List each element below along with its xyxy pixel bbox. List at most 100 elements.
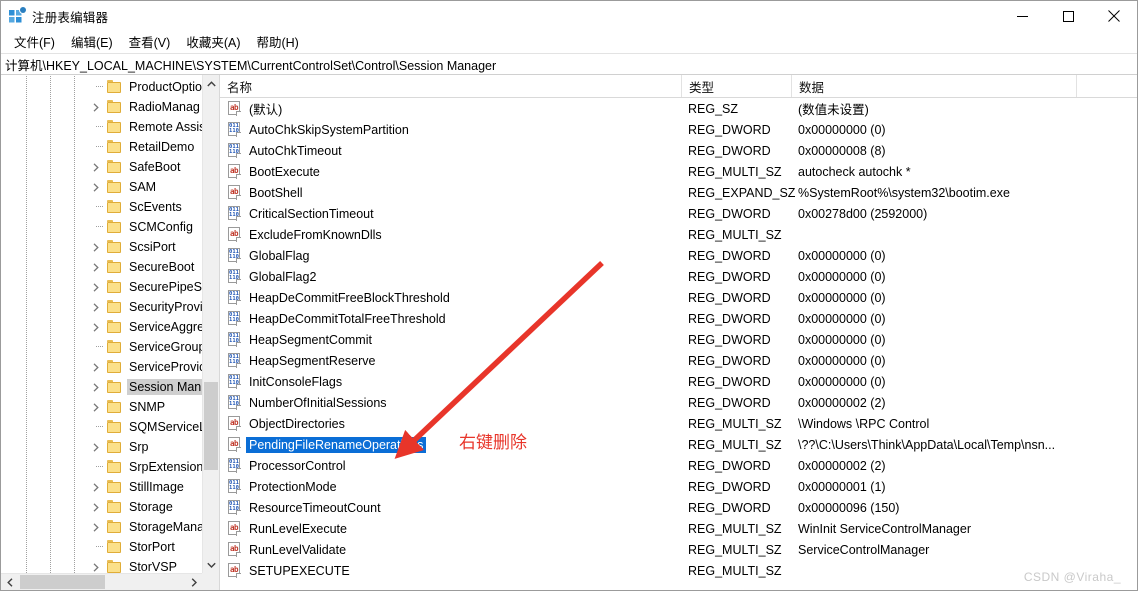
tree-item-servicegroup[interactable]: ServiceGroup (1, 336, 202, 358)
registry-value-row[interactable]: ab RunLevelValidate REG_MULTI_SZ ServiceCon… (220, 539, 1120, 560)
registry-value-row[interactable]: 011 110 GlobalFlag REG_DWORD 0x00000000 (0) (220, 245, 1120, 266)
minimize-button[interactable] (999, 1, 1045, 31)
column-header-type[interactable]: 类型 (682, 75, 792, 97)
registry-value-row[interactable]: ab BootShell REG_EXPAND_SZ %SystemRoot%\sys… (220, 182, 1120, 203)
registry-value-row[interactable]: 011 110 ResourceTimeoutCount REG_DWORD 0x00… (220, 497, 1120, 518)
registry-value-row[interactable]: 011 110 GlobalFlag2 REG_DWORD 0x00000000 (0… (220, 266, 1120, 287)
tree-item-serviceprovic[interactable]: ServiceProvic (1, 356, 202, 378)
tree-item-storport[interactable]: StorPort (1, 536, 202, 558)
tree-scroll-thumb[interactable] (204, 382, 218, 470)
address-bar[interactable]: 计算机\HKEY_LOCAL_MACHINE\SYSTEM\CurrentCon… (1, 53, 1137, 75)
folder-icon (107, 160, 122, 173)
chevron-right-icon[interactable] (88, 317, 104, 337)
menu-edit[interactable]: 编辑(E) (63, 30, 121, 54)
chevron-right-icon[interactable] (88, 397, 104, 417)
value-type: REG_MULTI_SZ (688, 437, 782, 452)
tree-item-serviceaggre[interactable]: ServiceAggre (1, 316, 202, 338)
scroll-down-icon[interactable] (203, 556, 219, 573)
scroll-up-icon[interactable] (203, 75, 219, 92)
tree-item-stillimage[interactable]: StillImage (1, 476, 202, 498)
tree-item-storvsp[interactable]: StorVSP (1, 556, 202, 573)
menu-view[interactable]: 查看(V) (121, 30, 179, 54)
tree-item-session-man[interactable]: Session Man (1, 376, 202, 398)
tree-item-srpextension[interactable]: SrpExtension (1, 456, 202, 478)
tree-item-productoptio[interactable]: ProductOptio (1, 76, 202, 98)
chevron-right-icon[interactable] (88, 257, 104, 277)
registry-value-row[interactable]: ab ExcludeFromKnownDlls REG_MULTI_SZ (220, 224, 1120, 245)
chevron-right-icon[interactable] (88, 477, 104, 497)
tree-item-retaildemo[interactable]: RetailDemo (1, 136, 202, 158)
column-header-data[interactable]: 数据 (792, 75, 1077, 97)
registry-value-row[interactable]: 011 110 InitConsoleFlags REG_DWORD 0x000000… (220, 371, 1120, 392)
chevron-right-icon[interactable] (88, 157, 104, 177)
chevron-right-icon[interactable] (88, 277, 104, 297)
scroll-right-icon[interactable] (185, 574, 202, 590)
registry-value-row[interactable]: 011 110 NumberOfInitialSessions REG_DWORD 0… (220, 392, 1120, 413)
value-name: ObjectDirectories (249, 416, 345, 431)
registry-value-row[interactable]: ab RunLevelExecute REG_MULTI_SZ WinInit Ser… (220, 518, 1120, 539)
chevron-right-icon[interactable] (88, 437, 104, 457)
registry-value-row[interactable]: 011 110 HeapDeCommitTotalFreeThreshold REG… (220, 308, 1120, 329)
registry-value-row[interactable]: ab (默认) REG_SZ (数值未设置) (220, 98, 1120, 119)
chevron-right-icon[interactable] (88, 237, 104, 257)
tree-item-label: SrpExtension (129, 460, 202, 474)
tree-item-scevents[interactable]: ScEvents (1, 196, 202, 218)
chevron-right-icon[interactable] (88, 377, 104, 397)
tree-hscroll-thumb[interactable] (20, 575, 105, 589)
registry-value-row[interactable]: ab PendingFileRenameOperations REG_MULTI_S… (220, 434, 1120, 455)
registry-value-row[interactable]: 011 110 CriticalSectionTimeout REG_DWORD 0x… (220, 203, 1120, 224)
tree-guide-lines (1, 116, 94, 138)
tree-item-scmconfig[interactable]: SCMConfig (1, 216, 202, 238)
registry-value-row[interactable]: 011 110 HeapSegmentCommit REG_DWORD 0x00000… (220, 329, 1120, 350)
menu-file[interactable]: 文件(F) (6, 30, 63, 54)
chevron-right-icon[interactable] (88, 557, 104, 573)
maximize-button[interactable] (1045, 1, 1091, 31)
chevron-right-icon[interactable] (88, 497, 104, 517)
close-button[interactable] (1091, 1, 1137, 31)
registry-value-row[interactable]: 011 110 HeapDeCommitFreeBlockThreshold REG… (220, 287, 1120, 308)
chevron-right-icon[interactable] (88, 177, 104, 197)
value-type: REG_MULTI_SZ (688, 542, 782, 557)
tree-vertical-scrollbar[interactable] (202, 75, 219, 573)
chevron-right-icon[interactable] (88, 297, 104, 317)
tree-item-radiomanag[interactable]: RadioManag (1, 96, 202, 118)
folder-icon (107, 260, 122, 273)
tree-item-label: StorageMana (129, 520, 202, 534)
value-data: \??\C:\Users\Think\AppData\Local\Temp\ns… (798, 437, 1056, 452)
tree-horizontal-scrollbar[interactable] (1, 573, 202, 590)
registry-value-row[interactable]: 011 110 AutoChkSkipSystemPartition REG_DWO… (220, 119, 1120, 140)
tree-item-storage[interactable]: Storage (1, 496, 202, 518)
tree-item-securityprovi[interactable]: SecurityProvi (1, 296, 202, 318)
tree-item-safeboot[interactable]: SafeBoot (1, 156, 202, 178)
registry-value-row[interactable]: ab BootExecute REG_MULTI_SZ autocheck autoc… (220, 161, 1120, 182)
tree-leaf-connector (96, 546, 104, 547)
registry-value-row[interactable]: 011 110 ProtectionMode REG_DWORD 0x00000001… (220, 476, 1120, 497)
chevron-right-icon[interactable] (88, 97, 104, 117)
tree-item-snmp[interactable]: SNMP (1, 396, 202, 418)
tree-item-sam[interactable]: SAM (1, 176, 202, 198)
tree-item-sqmservicel[interactable]: SQMServiceL (1, 416, 202, 438)
tree-item-secureboot[interactable]: SecureBoot (1, 256, 202, 278)
tree-item-srp[interactable]: Srp (1, 436, 202, 458)
tree-item-remote-assis[interactable]: Remote Assis (1, 116, 202, 138)
chevron-right-icon[interactable] (88, 357, 104, 377)
menu-favorites[interactable]: 收藏夹(A) (178, 30, 248, 54)
tree-item-securepipese[interactable]: SecurePipeSe (1, 276, 202, 298)
menu-help[interactable]: 帮助(H) (248, 30, 306, 54)
folder-icon (107, 540, 122, 553)
scroll-left-icon[interactable] (1, 574, 18, 590)
column-header-name[interactable]: 名称 (220, 75, 682, 97)
registry-value-row[interactable]: 011 110 AutoChkTimeout REG_DWORD 0x00000008… (220, 140, 1120, 161)
value-name: AutoChkTimeout (249, 143, 342, 158)
registry-value-row[interactable]: ab SETUPEXECUTE REG_MULTI_SZ (220, 560, 1120, 581)
chevron-right-icon[interactable] (88, 517, 104, 537)
registry-values-pane: 名称 类型 数据 ab (默认) REG_SZ (数值未设置) 011 110 AutoC… (220, 75, 1137, 590)
registry-value-row[interactable]: 011 110 ProcessorControl REG_DWORD 0x000000… (220, 455, 1120, 476)
registry-value-row[interactable]: 011 110 HeapSegmentReserve REG_DWORD 0x0000… (220, 350, 1120, 371)
tree-item-storagemana[interactable]: StorageMana (1, 516, 202, 538)
tree-guide-lines (1, 136, 94, 158)
tree-item-scsiport[interactable]: ScsiPort (1, 236, 202, 258)
registry-value-row[interactable]: ab ObjectDirectories REG_MULTI_SZ \Windows … (220, 413, 1120, 434)
value-type: REG_MULTI_SZ (688, 563, 782, 578)
tree-item-label: Srp (129, 440, 149, 454)
